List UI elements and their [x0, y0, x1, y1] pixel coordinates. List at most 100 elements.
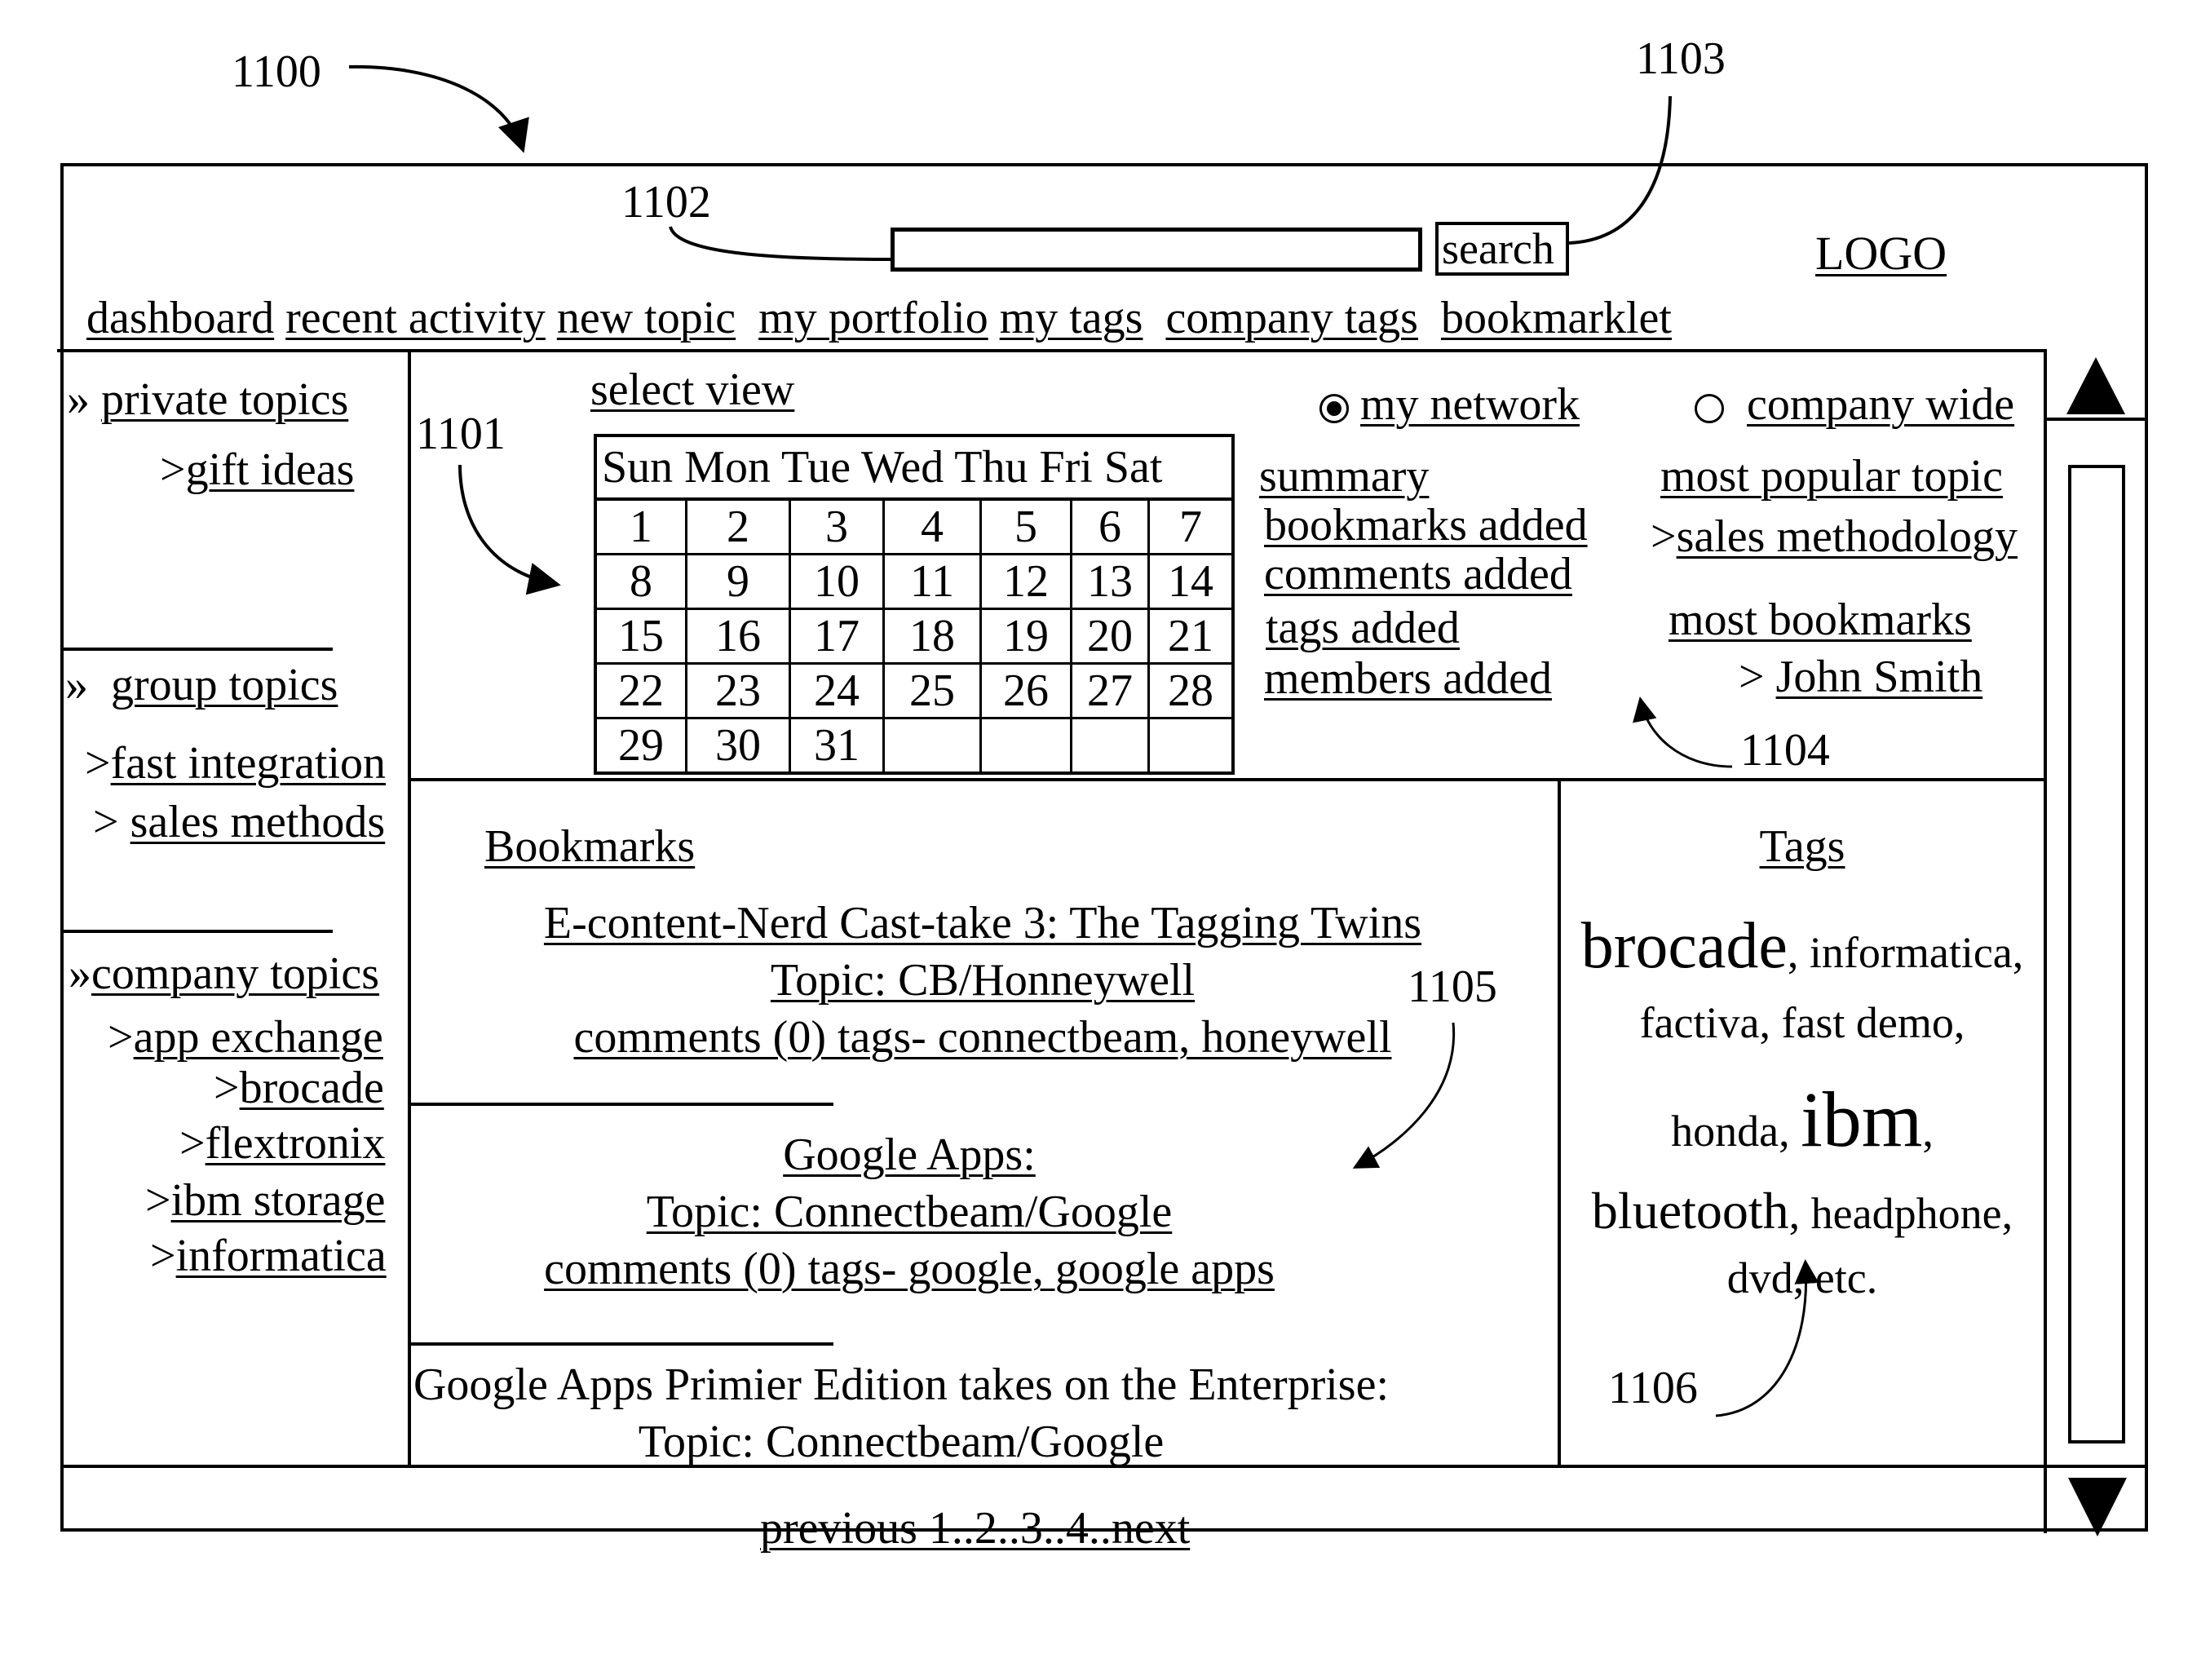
- sidebar-group-topics[interactable]: group topics: [111, 660, 338, 710]
- bookmark-topic[interactable]: Topic: Connectbeam/Google: [408, 1189, 1411, 1235]
- double-chevron-icon: »: [69, 948, 91, 999]
- search-button[interactable]: search: [1435, 222, 1569, 276]
- summary-comments-added[interactable]: comments added: [1264, 551, 1572, 597]
- bookmark-meta[interactable]: comments (0) tags- google, google apps: [408, 1246, 1411, 1292]
- calendar-day[interactable]: 10: [789, 553, 885, 610]
- bookmarks-title[interactable]: Bookmarks: [484, 824, 695, 869]
- calendar-day[interactable]: 16: [685, 608, 791, 665]
- nav-recent-activity[interactable]: recent activity: [285, 293, 546, 343]
- calendar-day[interactable]: 24: [789, 662, 885, 719]
- double-chevron-icon: »: [65, 660, 88, 710]
- tag-factiva[interactable]: factiva: [1640, 998, 1760, 1047]
- calendar-day[interactable]: 25: [882, 662, 982, 719]
- sidebar-item-sales-methods[interactable]: > sales methods: [93, 799, 385, 845]
- chevron-right-icon: >: [160, 444, 186, 495]
- tag-ibm[interactable]: ibm: [1801, 1076, 1922, 1163]
- bookmark-entry: E-content-Nerd Cast-take 3: The Tagging …: [408, 900, 1558, 1060]
- calendar-day[interactable]: 22: [594, 662, 687, 719]
- day-thu: Thu: [954, 442, 1028, 493]
- tag-honda[interactable]: honda: [1671, 1107, 1779, 1156]
- most-popular-topic-title[interactable]: most popular topic: [1660, 453, 2003, 499]
- sidebar-item-informatica[interactable]: >informatica: [150, 1233, 387, 1279]
- scrollbar-track[interactable]: [2068, 465, 2125, 1443]
- search-input[interactable]: [891, 228, 1422, 272]
- bookmark-title[interactable]: Google Apps:: [408, 1132, 1411, 1178]
- calendar-day[interactable]: 8: [594, 553, 687, 610]
- bookmark-meta[interactable]: comments (0) tags- connectbeam, honeywel…: [408, 1015, 1558, 1060]
- scroll-down-icon[interactable]: [2068, 1478, 2127, 1536]
- sidebar-item-fast-integration[interactable]: >fast integration: [85, 741, 386, 786]
- nav-dashboard[interactable]: dashboard: [86, 293, 274, 343]
- select-view-link[interactable]: select view: [590, 367, 794, 413]
- most-bookmarks-title[interactable]: most bookmarks: [1669, 597, 1972, 643]
- calendar-day[interactable]: 17: [789, 608, 885, 665]
- calendar-day[interactable]: 7: [1147, 497, 1235, 555]
- calendar-day[interactable]: 21: [1147, 608, 1235, 665]
- calendar-day[interactable]: 26: [979, 662, 1072, 719]
- bookmark-topic[interactable]: Topic: CB/Honneywell: [408, 957, 1558, 1003]
- sidebar-item-app-exchange[interactable]: >app exchange: [108, 1015, 383, 1060]
- calendar-day[interactable]: 6: [1070, 497, 1150, 555]
- calendar-day[interactable]: 13: [1070, 553, 1150, 610]
- tag-bluetooth[interactable]: bluetooth: [1592, 1182, 1789, 1240]
- summary-tags-added[interactable]: tags added: [1266, 605, 1460, 651]
- calendar-day[interactable]: 14: [1147, 553, 1235, 610]
- pagination[interactable]: previous 1..2..3..4..next: [760, 1505, 1190, 1551]
- calendar-day[interactable]: 29: [594, 717, 687, 775]
- calendar-day[interactable]: 1: [594, 497, 687, 555]
- calendar-day[interactable]: 28: [1147, 662, 1235, 719]
- nav-my-portfolio[interactable]: my portfolio: [758, 293, 988, 343]
- most-popular-topic-item[interactable]: >sales methodology: [1651, 514, 2018, 559]
- calendar-day[interactable]: 9: [685, 553, 791, 610]
- logo[interactable]: LOGO: [1815, 230, 1947, 277]
- calendar-day[interactable]: 11: [882, 553, 982, 610]
- calendar-day-empty: [979, 717, 1072, 775]
- nav-new-topic[interactable]: new topic: [557, 293, 736, 343]
- tag-headphone[interactable]: headphone: [1811, 1189, 2002, 1238]
- nav-my-tags[interactable]: my tags: [1000, 293, 1143, 343]
- sidebar-company-topics[interactable]: company topics: [91, 948, 379, 999]
- bookmark-title[interactable]: E-content-Nerd Cast-take 3: The Tagging …: [408, 900, 1558, 946]
- sidebar-section-private[interactable]: » private topics: [67, 377, 348, 422]
- calendar-day[interactable]: 23: [685, 662, 791, 719]
- calendar-day[interactable]: 20: [1070, 608, 1150, 665]
- calendar-day[interactable]: 5: [979, 497, 1072, 555]
- summary-title[interactable]: summary: [1259, 453, 1429, 499]
- radio-unselected-icon[interactable]: [1695, 394, 1724, 424]
- summary-members-added[interactable]: members added: [1264, 656, 1552, 701]
- sidebar-section-company[interactable]: »company topics: [69, 951, 379, 997]
- calendar-day[interactable]: 30: [685, 717, 791, 775]
- tag-brocade[interactable]: brocade: [1581, 910, 1788, 982]
- tag-dvd[interactable]: dvd: [1727, 1253, 1793, 1302]
- tags-title[interactable]: Tags: [1559, 824, 2045, 869]
- calendar-day[interactable]: 31: [789, 717, 885, 775]
- nav-bookmarklet[interactable]: bookmarklet: [1441, 293, 1672, 343]
- scope-company-wide[interactable]: company wide: [1695, 382, 2014, 427]
- sidebar-private-topics[interactable]: private topics: [101, 374, 348, 425]
- calendar-day[interactable]: 12: [979, 553, 1072, 610]
- calendar-day[interactable]: 4: [882, 497, 982, 555]
- nav-company-tags[interactable]: company tags: [1165, 293, 1417, 343]
- sidebar-item-ibm-storage[interactable]: >ibm storage: [145, 1178, 385, 1223]
- summary-bookmarks-added[interactable]: bookmarks added: [1264, 502, 1588, 548]
- calendar-day[interactable]: 27: [1070, 662, 1150, 719]
- chevron-right-icon: >: [108, 1012, 134, 1063]
- calendar-day[interactable]: 15: [594, 608, 687, 665]
- most-bookmarks-user[interactable]: > John Smith: [1739, 654, 1982, 700]
- scroll-up-icon[interactable]: [2066, 357, 2125, 414]
- calendar-day[interactable]: 19: [979, 608, 1072, 665]
- sidebar-item-gift-ideas[interactable]: >gift ideas: [160, 447, 354, 493]
- sidebar-section-group[interactable]: » group topics: [65, 662, 338, 708]
- sidebar-item-flextronix[interactable]: >flextronix: [179, 1121, 385, 1166]
- tag-fast-demo[interactable]: fast demo: [1781, 998, 1953, 1047]
- scope-my-network[interactable]: my network: [1319, 382, 1580, 427]
- tag-informatica[interactable]: informatica: [1810, 928, 2013, 977]
- sidebar-item-brocade[interactable]: >brocade: [214, 1065, 384, 1111]
- calendar-day[interactable]: 2: [685, 497, 791, 555]
- sidebar-divider-1: [60, 648, 333, 651]
- tag-etc[interactable]: etc.: [1815, 1253, 1877, 1302]
- calendar-day[interactable]: 18: [882, 608, 982, 665]
- radio-selected-icon[interactable]: [1319, 394, 1349, 424]
- tag-cloud: brocade, informatica, factiva, fast demo…: [1580, 910, 2024, 1302]
- calendar-day[interactable]: 3: [789, 497, 885, 555]
